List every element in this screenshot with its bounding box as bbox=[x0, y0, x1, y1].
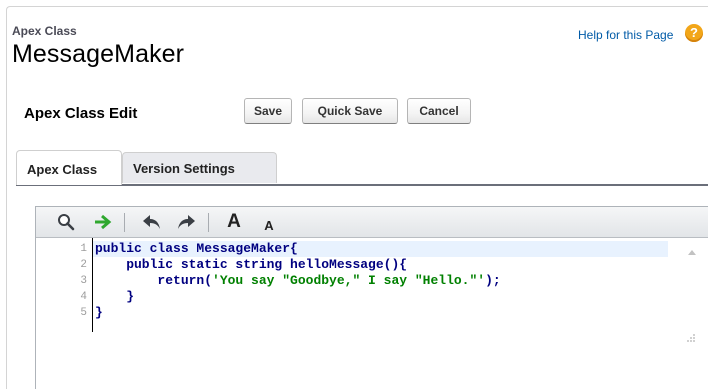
font-increase-icon[interactable]: A bbox=[222, 210, 246, 234]
tab-apex-class[interactable]: Apex Class bbox=[16, 150, 122, 185]
section-title: Apex Class Edit bbox=[24, 105, 138, 122]
page-title: MessageMaker bbox=[12, 40, 185, 68]
undo-icon[interactable] bbox=[140, 210, 164, 234]
code-line: public class MessageMaker{ bbox=[95, 241, 298, 256]
toolbar-separator bbox=[208, 213, 209, 232]
help-link[interactable]: Help for this Page bbox=[578, 28, 673, 42]
editor-toolbar: A A bbox=[36, 207, 708, 238]
save-button[interactable]: Save bbox=[244, 98, 292, 124]
breadcrumb: Apex Class bbox=[12, 24, 77, 38]
go-to-line-icon[interactable] bbox=[91, 210, 115, 234]
font-decrease-icon[interactable]: A bbox=[257, 210, 281, 237]
tab-bar: Apex Class Version Settings bbox=[16, 150, 708, 185]
resize-grip-icon[interactable] bbox=[686, 330, 696, 342]
line-number: 4 bbox=[80, 291, 87, 303]
help-icon[interactable]: ? bbox=[685, 24, 703, 42]
code-line: public static string helloMessage(){ bbox=[95, 257, 408, 272]
string-literal: 'You say "Goodbye," I say "Hello."' bbox=[212, 273, 486, 288]
search-icon[interactable] bbox=[54, 210, 78, 234]
cancel-button[interactable]: Cancel bbox=[407, 98, 471, 124]
code-line: } bbox=[95, 305, 103, 320]
redo-icon[interactable] bbox=[174, 210, 198, 234]
code-line: } bbox=[95, 289, 135, 304]
line-number: 1 bbox=[80, 243, 87, 255]
quick-save-button[interactable]: Quick Save bbox=[302, 98, 398, 124]
line-number-gutter: 1 2 3 4 5 bbox=[36, 238, 92, 390]
toolbar-separator bbox=[124, 213, 125, 232]
line-number: 3 bbox=[80, 275, 87, 287]
line-number: 5 bbox=[80, 307, 87, 319]
scroll-up-icon[interactable] bbox=[688, 250, 696, 255]
code-area[interactable]: public class MessageMaker{ public static… bbox=[93, 238, 680, 390]
code-editor[interactable]: A A 1 2 3 4 5 public class MessageMaker{… bbox=[35, 206, 708, 390]
code-line: return('You say "Goodbye," I say "Hello.… bbox=[95, 273, 501, 288]
line-number: 2 bbox=[80, 259, 87, 271]
tab-version-settings[interactable]: Version Settings bbox=[122, 152, 277, 183]
